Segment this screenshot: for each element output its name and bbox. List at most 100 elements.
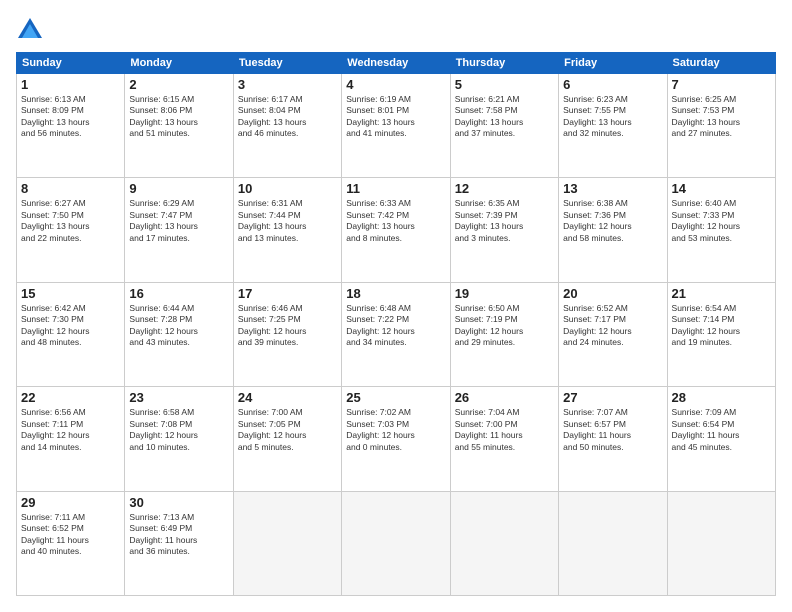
day-number: 4 [346, 77, 445, 92]
day-number: 22 [21, 390, 120, 405]
day-cell: 9Sunrise: 6:29 AM Sunset: 7:47 PM Daylig… [125, 178, 233, 282]
day-cell: 2 Sunrise: 6:15 AM Sunset: 8:06 PM Daylig… [125, 74, 233, 178]
day-cell: 6 Sunrise: 6:23 AM Sunset: 7:55 PM Daylig… [559, 74, 667, 178]
day-info: Sunrise: 6:56 AM Sunset: 7:11 PM Dayligh… [21, 407, 120, 453]
page: SundayMondayTuesdayWednesdayThursdayFrid… [0, 0, 792, 612]
day-number: 20 [563, 286, 662, 301]
day-info: Sunrise: 7:09 AM Sunset: 6:54 PM Dayligh… [672, 407, 771, 453]
day-info: Sunrise: 6:42 AM Sunset: 7:30 PM Dayligh… [21, 303, 120, 349]
day-info: Sunrise: 6:33 AM Sunset: 7:42 PM Dayligh… [346, 198, 445, 244]
day-cell: 28 Sunrise: 7:09 AM Sunset: 6:54 PM Dayli… [667, 387, 775, 491]
day-cell [667, 491, 775, 595]
day-info: Sunrise: 6:21 AM Sunset: 7:58 PM Dayligh… [455, 94, 554, 140]
day-number: 27 [563, 390, 662, 405]
day-number: 5 [455, 77, 554, 92]
day-header-friday: Friday [559, 53, 667, 74]
day-number: 26 [455, 390, 554, 405]
day-cell: 17 Sunrise: 6:46 AM Sunset: 7:25 PM Dayli… [233, 282, 341, 386]
day-cell: 20 Sunrise: 6:52 AM Sunset: 7:17 PM Dayli… [559, 282, 667, 386]
day-info: Sunrise: 6:54 AM Sunset: 7:14 PM Dayligh… [672, 303, 771, 349]
day-cell: 27 Sunrise: 7:07 AM Sunset: 6:57 PM Dayli… [559, 387, 667, 491]
day-number: 6 [563, 77, 662, 92]
day-cell: 13Sunrise: 6:38 AM Sunset: 7:36 PM Dayli… [559, 178, 667, 282]
day-info: Sunrise: 7:00 AM Sunset: 7:05 PM Dayligh… [238, 407, 337, 453]
day-cell: 21 Sunrise: 6:54 AM Sunset: 7:14 PM Dayli… [667, 282, 775, 386]
day-info: Sunrise: 6:35 AM Sunset: 7:39 PM Dayligh… [455, 198, 554, 244]
day-cell: 23 Sunrise: 6:58 AM Sunset: 7:08 PM Dayli… [125, 387, 233, 491]
day-info: Sunrise: 6:17 AM Sunset: 8:04 PM Dayligh… [238, 94, 337, 140]
day-header-thursday: Thursday [450, 53, 558, 74]
day-number: 14 [672, 181, 771, 196]
day-cell: 7 Sunrise: 6:25 AM Sunset: 7:53 PM Daylig… [667, 74, 775, 178]
day-number: 25 [346, 390, 445, 405]
day-cell: 10 Sunrise: 6:31 AM Sunset: 7:44 PM Dayli… [233, 178, 341, 282]
day-info: Sunrise: 6:38 AM Sunset: 7:36 PM Dayligh… [563, 198, 662, 244]
day-info: Sunrise: 7:13 AM Sunset: 6:49 PM Dayligh… [129, 512, 228, 558]
calendar-table: SundayMondayTuesdayWednesdayThursdayFrid… [16, 52, 776, 596]
day-header-saturday: Saturday [667, 53, 775, 74]
day-cell: 8Sunrise: 6:27 AM Sunset: 7:50 PM Daylig… [17, 178, 125, 282]
day-number: 10 [238, 181, 337, 196]
day-cell: 16 Sunrise: 6:44 AM Sunset: 7:28 PM Dayli… [125, 282, 233, 386]
day-info: Sunrise: 6:13 AM Sunset: 8:09 PM Dayligh… [21, 94, 120, 140]
day-header-wednesday: Wednesday [342, 53, 450, 74]
header-row: SundayMondayTuesdayWednesdayThursdayFrid… [17, 53, 776, 74]
day-info: Sunrise: 7:11 AM Sunset: 6:52 PM Dayligh… [21, 512, 120, 558]
day-info: Sunrise: 6:52 AM Sunset: 7:17 PM Dayligh… [563, 303, 662, 349]
day-number: 1 [21, 77, 120, 92]
day-number: 9 [129, 181, 228, 196]
day-number: 11 [346, 181, 445, 196]
day-info: Sunrise: 6:27 AM Sunset: 7:50 PM Dayligh… [21, 198, 120, 244]
day-number: 21 [672, 286, 771, 301]
day-cell: 14 Sunrise: 6:40 AM Sunset: 7:33 PM Dayli… [667, 178, 775, 282]
day-cell: 3Sunrise: 6:17 AM Sunset: 8:04 PM Daylig… [233, 74, 341, 178]
calendar-body: 1 Sunrise: 6:13 AM Sunset: 8:09 PM Daylig… [17, 74, 776, 596]
day-number: 23 [129, 390, 228, 405]
day-cell: 4 Sunrise: 6:19 AM Sunset: 8:01 PM Daylig… [342, 74, 450, 178]
day-cell [559, 491, 667, 595]
day-cell: 11 Sunrise: 6:33 AM Sunset: 7:42 PM Dayli… [342, 178, 450, 282]
day-info: Sunrise: 6:15 AM Sunset: 8:06 PM Dayligh… [129, 94, 228, 140]
day-info: Sunrise: 6:40 AM Sunset: 7:33 PM Dayligh… [672, 198, 771, 244]
day-info: Sunrise: 6:25 AM Sunset: 7:53 PM Dayligh… [672, 94, 771, 140]
day-cell [450, 491, 558, 595]
day-cell: 22 Sunrise: 6:56 AM Sunset: 7:11 PM Dayli… [17, 387, 125, 491]
day-info: Sunrise: 6:44 AM Sunset: 7:28 PM Dayligh… [129, 303, 228, 349]
day-info: Sunrise: 6:19 AM Sunset: 8:01 PM Dayligh… [346, 94, 445, 140]
day-info: Sunrise: 7:04 AM Sunset: 7:00 PM Dayligh… [455, 407, 554, 453]
day-info: Sunrise: 6:58 AM Sunset: 7:08 PM Dayligh… [129, 407, 228, 453]
day-number: 16 [129, 286, 228, 301]
day-cell: 15 Sunrise: 6:42 AM Sunset: 7:30 PM Dayli… [17, 282, 125, 386]
day-number: 15 [21, 286, 120, 301]
day-cell: 1 Sunrise: 6:13 AM Sunset: 8:09 PM Daylig… [17, 74, 125, 178]
day-number: 2 [129, 77, 228, 92]
header [16, 16, 776, 44]
day-number: 12 [455, 181, 554, 196]
day-cell: 5 Sunrise: 6:21 AM Sunset: 7:58 PM Daylig… [450, 74, 558, 178]
week-row-1: 8Sunrise: 6:27 AM Sunset: 7:50 PM Daylig… [17, 178, 776, 282]
day-cell: 26 Sunrise: 7:04 AM Sunset: 7:00 PM Dayli… [450, 387, 558, 491]
day-cell [342, 491, 450, 595]
day-cell: 12 Sunrise: 6:35 AM Sunset: 7:39 PM Dayli… [450, 178, 558, 282]
day-cell: 25 Sunrise: 7:02 AM Sunset: 7:03 PM Dayli… [342, 387, 450, 491]
day-number: 28 [672, 390, 771, 405]
day-info: Sunrise: 6:46 AM Sunset: 7:25 PM Dayligh… [238, 303, 337, 349]
day-header-sunday: Sunday [17, 53, 125, 74]
day-number: 24 [238, 390, 337, 405]
day-info: Sunrise: 6:48 AM Sunset: 7:22 PM Dayligh… [346, 303, 445, 349]
day-info: Sunrise: 6:31 AM Sunset: 7:44 PM Dayligh… [238, 198, 337, 244]
day-number: 18 [346, 286, 445, 301]
week-row-2: 15 Sunrise: 6:42 AM Sunset: 7:30 PM Dayli… [17, 282, 776, 386]
day-cell: 30Sunrise: 7:13 AM Sunset: 6:49 PM Dayli… [125, 491, 233, 595]
day-info: Sunrise: 6:23 AM Sunset: 7:55 PM Dayligh… [563, 94, 662, 140]
day-number: 7 [672, 77, 771, 92]
day-number: 17 [238, 286, 337, 301]
day-cell [233, 491, 341, 595]
day-header-tuesday: Tuesday [233, 53, 341, 74]
day-number: 29 [21, 495, 120, 510]
day-info: Sunrise: 7:02 AM Sunset: 7:03 PM Dayligh… [346, 407, 445, 453]
day-info: Sunrise: 7:07 AM Sunset: 6:57 PM Dayligh… [563, 407, 662, 453]
day-cell: 19Sunrise: 6:50 AM Sunset: 7:19 PM Dayli… [450, 282, 558, 386]
logo-icon [16, 16, 44, 44]
week-row-3: 22 Sunrise: 6:56 AM Sunset: 7:11 PM Dayli… [17, 387, 776, 491]
